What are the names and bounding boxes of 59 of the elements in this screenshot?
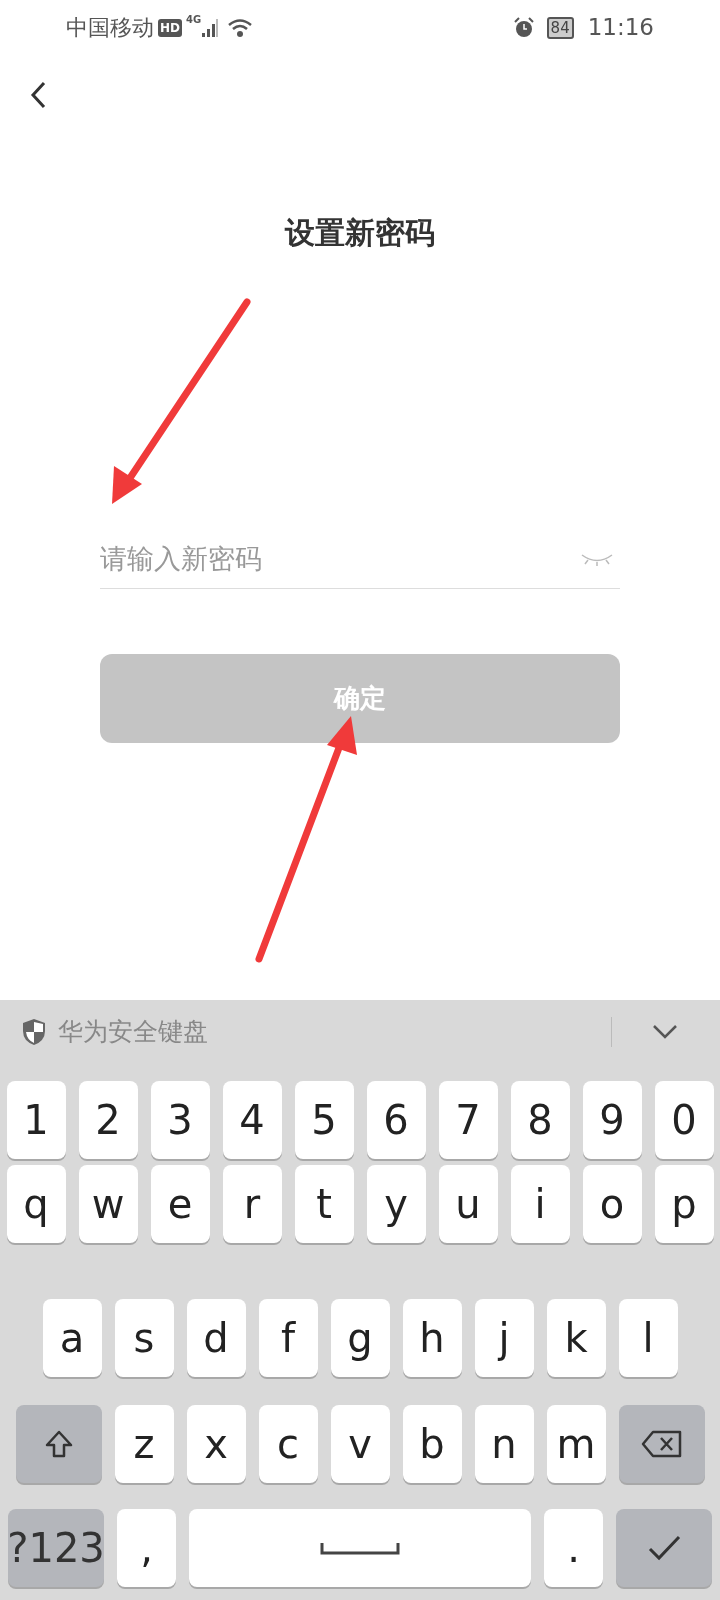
key[interactable]: v [330,1405,390,1483]
key[interactable]: 8 [510,1081,570,1159]
shield-icon [22,1017,46,1046]
key[interactable]: g [330,1299,390,1377]
key[interactable]: n [474,1405,534,1483]
key[interactable]: 2 [78,1081,138,1159]
backspace-icon [640,1430,683,1458]
battery-indicator: 84 [546,16,574,39]
key[interactable]: j [474,1299,534,1377]
backspace-key[interactable] [618,1405,705,1483]
back-icon[interactable] [30,81,46,109]
key[interactable]: 6 [366,1081,426,1159]
key[interactable]: a [42,1299,102,1377]
key[interactable]: h [402,1299,462,1377]
key[interactable]: u [438,1165,498,1243]
signal-icon [201,17,220,38]
key[interactable]: y [366,1165,426,1243]
key[interactable]: t [294,1165,354,1243]
key[interactable]: k [546,1299,606,1377]
key[interactable]: w [78,1165,138,1243]
key[interactable]: r [222,1165,282,1243]
check-icon [646,1533,682,1563]
key[interactable]: 1 [6,1081,66,1159]
key[interactable]: d [186,1299,246,1377]
time: 11:16 [587,13,654,43]
key[interactable]: o [582,1165,642,1243]
password-field[interactable]: 请输入新密码 [100,529,620,589]
key[interactable]: 3 [150,1081,210,1159]
key[interactable]: 0 [654,1081,714,1159]
alarm-icon [512,16,535,39]
shift-icon [43,1429,74,1459]
key[interactable]: z [114,1405,174,1483]
key[interactable]: 9 [582,1081,642,1159]
key[interactable]: 7 [438,1081,498,1159]
space-icon [320,1541,400,1555]
key[interactable]: p [654,1165,714,1243]
key[interactable]: l [618,1299,678,1377]
key[interactable]: m [546,1405,606,1483]
key[interactable]: , [117,1509,176,1587]
key[interactable]: c [258,1405,318,1483]
page-title: 设置新密码 [285,214,435,252]
key[interactable]: . [544,1509,603,1587]
wifi-icon [227,16,254,39]
key[interactable]: b [402,1405,462,1483]
key[interactable]: f [258,1299,318,1377]
symbols-key[interactable]: ?123 [8,1509,104,1587]
key[interactable]: s [114,1299,174,1377]
key[interactable]: i [510,1165,570,1243]
key[interactable]: x [186,1405,246,1483]
keyboard-name: 华为安全键盘 [58,1015,208,1048]
hd-badge: HD [158,18,182,37]
shift-key[interactable] [15,1405,102,1483]
chevron-down-icon[interactable] [652,1023,678,1040]
carrier-name: 中国移动 [66,14,154,42]
key[interactable]: 5 [294,1081,354,1159]
key[interactable]: e [150,1165,210,1243]
key[interactable]: 4 [222,1081,282,1159]
network-label: 4G [186,13,202,27]
key[interactable]: q [6,1165,66,1243]
